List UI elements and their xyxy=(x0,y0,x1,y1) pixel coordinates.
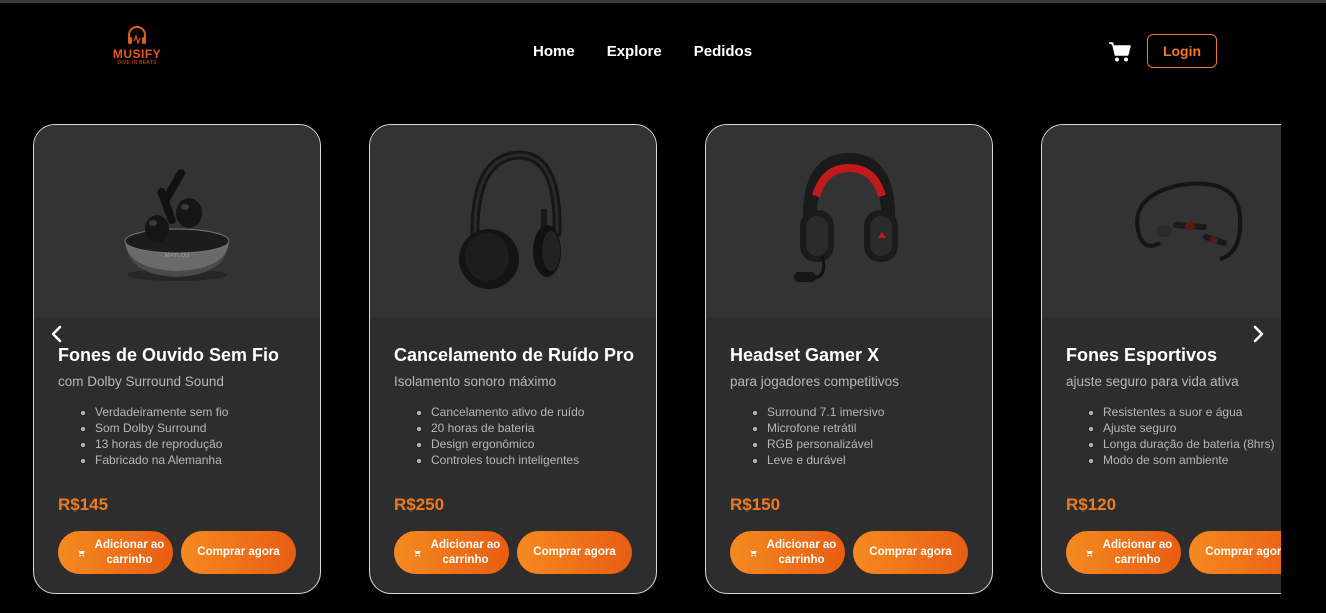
product-subtitle: ajuste seguro para vida ativa xyxy=(1066,374,1239,389)
buy-now-button[interactable]: Comprar agora xyxy=(181,531,296,574)
feature-item: 20 horas de bateria xyxy=(431,420,632,436)
site-header: MUSIFY DIVE IN BEATS Home Explore Pedido… xyxy=(0,3,1326,93)
buy-now-button[interactable]: Comprar agora xyxy=(517,531,632,574)
product-image-headphones xyxy=(370,125,656,318)
carousel-prev-button[interactable] xyxy=(46,322,66,346)
product-card: Fones Esportivos ajuste seguro para vida… xyxy=(1041,124,1281,594)
nav-home[interactable]: Home xyxy=(533,43,575,60)
add-to-cart-label: Adicionar ao carrinho xyxy=(430,538,501,566)
feature-item: Cancelamento ativo de ruído xyxy=(431,404,632,420)
feature-list: Resistentes a suor e água Ajuste seguro … xyxy=(1066,404,1281,468)
feature-item: Modo de som ambiente xyxy=(1103,452,1281,468)
cart-mini-icon xyxy=(1084,549,1093,556)
feature-list: Surround 7.1 imersivo Microfone retrátil… xyxy=(730,404,968,468)
brand-name: MUSIFY xyxy=(112,47,162,61)
product-card: Headset Gamer X para jogadores competiti… xyxy=(705,124,993,594)
product-price: R$120 xyxy=(1066,495,1117,514)
cart-mini-icon xyxy=(748,549,757,556)
product-card: MAYLOU Fones de Ouvido Sem Fio com Dolby… xyxy=(33,124,321,594)
main-nav: Home Explore Pedidos xyxy=(533,43,752,60)
product-title: Cancelamento de Ruído Pro xyxy=(394,345,635,365)
logo[interactable]: MUSIFY DIVE IN BEATS xyxy=(108,25,166,75)
feature-item: Som Dolby Surround xyxy=(95,420,296,436)
feature-item: Resistentes a suor e água xyxy=(1103,404,1281,420)
svg-text:MAYLOU: MAYLOU xyxy=(165,253,190,259)
product-price: R$150 xyxy=(730,495,781,514)
cart-icon[interactable] xyxy=(1108,41,1132,63)
product-subtitle: para jogadores competitivos xyxy=(730,374,899,389)
product-price: R$250 xyxy=(394,495,445,514)
add-to-cart-button[interactable]: Adicionar ao carrinho xyxy=(1066,531,1181,574)
feature-item: Ajuste seguro xyxy=(1103,420,1281,436)
add-to-cart-label: Adicionar ao carrinho xyxy=(766,538,837,566)
product-image-earbuds: MAYLOU xyxy=(34,125,320,318)
feature-item: Verdadeiramente sem fio xyxy=(95,404,296,420)
feature-item: 13 horas de reprodução xyxy=(95,436,296,452)
product-subtitle: com Dolby Surround Sound xyxy=(58,374,224,389)
product-price: R$145 xyxy=(58,495,109,514)
cart-mini-icon xyxy=(76,549,85,556)
add-to-cart-button[interactable]: Adicionar ao carrinho xyxy=(58,531,173,574)
add-to-cart-button[interactable]: Adicionar ao carrinho xyxy=(394,531,509,574)
feature-item: Microfone retrátil xyxy=(767,420,968,436)
feature-item: Fabricado na Alemanha xyxy=(95,452,296,468)
neckband-earphones-icon xyxy=(1135,181,1243,261)
feature-item: Longa duração de bateria (8hrs) xyxy=(1103,436,1281,452)
feature-item: Leve e durável xyxy=(767,452,968,468)
add-to-cart-button[interactable]: Adicionar ao carrinho xyxy=(730,531,845,574)
feature-item: Surround 7.1 imersivo xyxy=(767,404,968,420)
product-carousel: MAYLOU Fones de Ouvido Sem Fio com Dolby… xyxy=(33,124,1281,594)
product-title: Headset Gamer X xyxy=(730,345,880,365)
carousel-track: MAYLOU Fones de Ouvido Sem Fio com Dolby… xyxy=(33,124,1281,594)
headphones-logo-icon xyxy=(128,26,146,45)
cart-mini-icon xyxy=(412,549,421,556)
product-title: Fones Esportivos xyxy=(1066,345,1218,365)
buy-now-button[interactable]: Comprar agora xyxy=(1189,531,1281,574)
gaming-headset-icon xyxy=(794,152,898,282)
nav-explore[interactable]: Explore xyxy=(607,43,662,60)
earbuds-case-icon: MAYLOU xyxy=(124,168,230,281)
feature-item: RGB personalizável xyxy=(767,436,968,452)
product-subtitle: Isolamento sonoro máximo xyxy=(394,374,557,389)
add-to-cart-label: Adicionar ao carrinho xyxy=(94,538,165,566)
product-image-gaming-headset xyxy=(706,125,992,318)
product-image-neckband xyxy=(1042,125,1281,318)
product-card: Cancelamento de Ruído Pro Isolamento son… xyxy=(369,124,657,594)
feature-list: Cancelamento ativo de ruído 20 horas de … xyxy=(394,404,632,468)
feature-item: Controles touch inteligentes xyxy=(431,452,632,468)
nav-pedidos[interactable]: Pedidos xyxy=(694,43,752,60)
login-button[interactable]: Login xyxy=(1147,34,1217,68)
feature-list: Verdadeiramente sem fio Som Dolby Surrou… xyxy=(58,404,296,468)
carousel-next-button[interactable] xyxy=(1249,322,1269,346)
add-to-cart-label: Adicionar ao carrinho xyxy=(1102,538,1173,566)
chevron-left-icon xyxy=(51,325,62,343)
over-ear-headphones-icon xyxy=(459,149,562,289)
product-title: Fones de Ouvido Sem Fio xyxy=(58,345,280,365)
buy-now-button[interactable]: Comprar agora xyxy=(853,531,968,574)
feature-item: Design ergonômico xyxy=(431,436,632,452)
chevron-right-icon xyxy=(1253,325,1264,343)
